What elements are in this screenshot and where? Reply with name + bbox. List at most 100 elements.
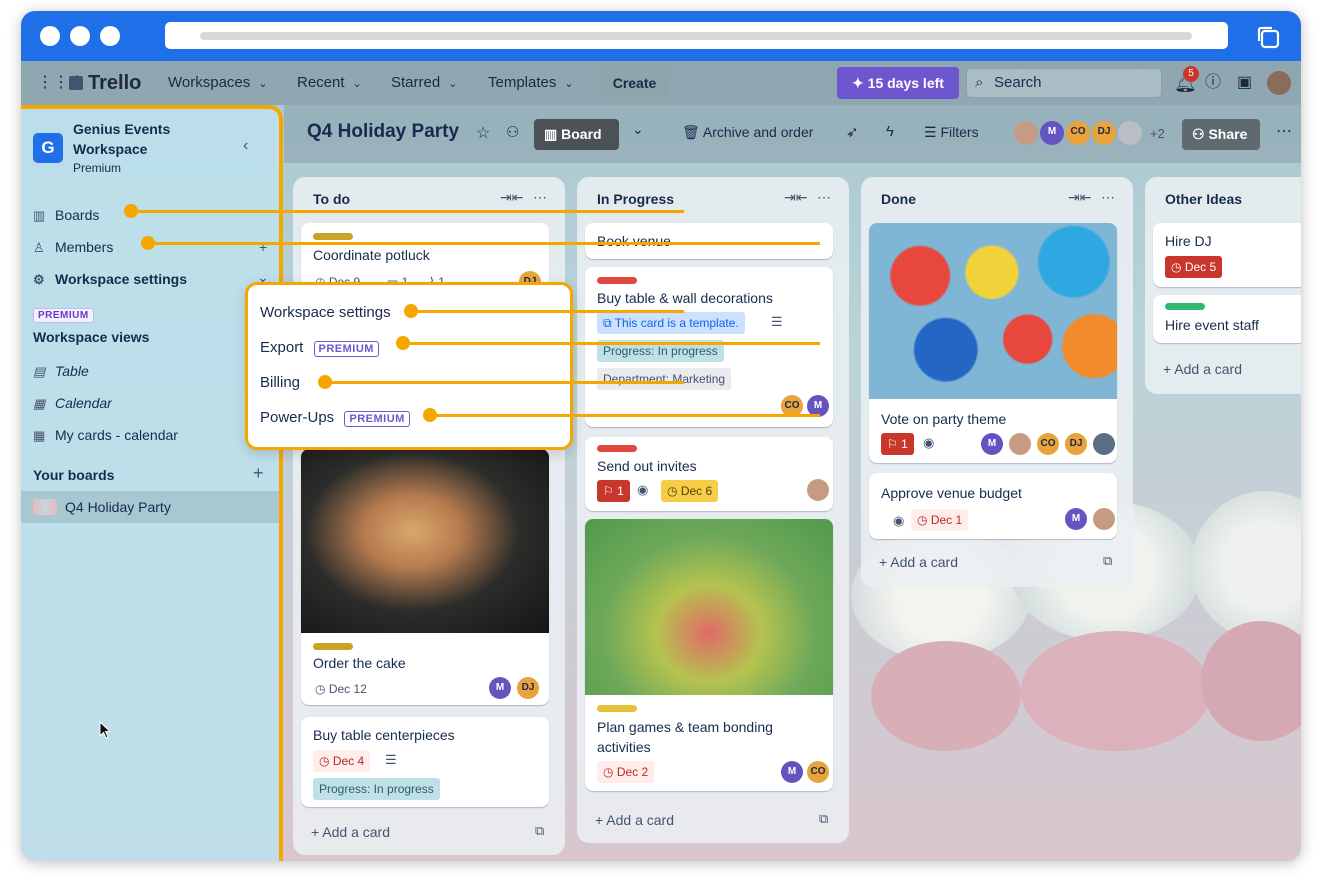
- add-board-icon[interactable]: +: [253, 463, 264, 484]
- member-avatar[interactable]: DJ: [1092, 121, 1116, 145]
- template-icon: ⧉: [603, 316, 615, 330]
- help-icon[interactable]: ⓘ: [1205, 61, 1221, 105]
- collapse-icon[interactable]: ⇥⇤: [500, 189, 523, 206]
- menu-item-power-ups[interactable]: Power-Ups PREMIUM: [260, 409, 410, 427]
- card[interactable]: Send out invites ⚐ 1 ◉ ◷ Dec 6: [585, 437, 833, 511]
- card[interactable]: Vote on party theme ⚐ 1 ◉ M CO DJ: [869, 223, 1117, 463]
- sidebar-board-q4-holiday-party[interactable]: Q4 Holiday Party: [21, 491, 279, 523]
- window-close-dot[interactable]: [40, 26, 60, 46]
- template-icon[interactable]: ⧉: [1103, 553, 1112, 569]
- member-avatar: [1093, 508, 1115, 530]
- card-label: [313, 643, 353, 650]
- template-icon[interactable]: ⧉: [819, 811, 828, 827]
- tabs-icon[interactable]: [1255, 24, 1281, 50]
- menu-item-workspace-settings[interactable]: Workspace settings: [260, 304, 391, 321]
- menu-templates[interactable]: Templates ⌄: [488, 61, 574, 105]
- due-date-chip: ◷ Dec 4: [313, 750, 371, 772]
- window-maximize-dot[interactable]: [100, 26, 120, 46]
- menu-recent[interactable]: Recent ⌄: [297, 61, 362, 105]
- share-button[interactable]: ⚇ Share: [1182, 119, 1260, 150]
- add-card-button[interactable]: + Add a card: [595, 812, 674, 828]
- more-icon[interactable]: ⋯: [1101, 189, 1115, 206]
- member-avatar: [807, 479, 829, 501]
- member-avatar[interactable]: [1118, 121, 1142, 145]
- callout-dot: [423, 408, 437, 422]
- card[interactable]: Book venue: [585, 223, 833, 259]
- card[interactable]: Buy table & wall decorations ⧉ This card…: [585, 267, 833, 427]
- more-icon[interactable]: ⋯: [1276, 121, 1292, 141]
- member-avatar: [1009, 433, 1031, 455]
- board-view-button[interactable]: ▥ Board: [534, 119, 619, 150]
- list-title[interactable]: To do: [313, 191, 350, 207]
- more-icon[interactable]: ⋯: [533, 189, 547, 206]
- menu-label: Recent: [297, 74, 345, 91]
- card[interactable]: Hire DJ ◷ Dec 5: [1153, 223, 1301, 287]
- card[interactable]: Plan games & team bonding activities ◷ D…: [585, 519, 833, 791]
- rocket-icon[interactable]: ➶: [846, 123, 859, 141]
- user-avatar[interactable]: [1267, 71, 1291, 95]
- workspace-views-heading: Workspace views: [33, 329, 150, 345]
- member-avatar: M: [781, 761, 803, 783]
- sidebar-view-table[interactable]: ▤ Table: [33, 363, 89, 380]
- list-title[interactable]: In Progress: [597, 191, 674, 207]
- sidebar-view-my-cards-calendar[interactable]: ▦ My cards - calendar: [33, 427, 178, 444]
- workspace-name[interactable]: Genius Events Workspace: [73, 119, 203, 159]
- star-icon[interactable]: ☆: [476, 123, 490, 143]
- premium-badge: PREMIUM: [313, 341, 379, 357]
- menu-item-export[interactable]: Export PREMIUM: [260, 339, 379, 357]
- member-avatar[interactable]: M: [1040, 121, 1064, 145]
- app-name: Trello: [88, 72, 142, 94]
- collapse-sidebar-icon[interactable]: ‹: [243, 137, 248, 155]
- member-avatar: [1093, 433, 1115, 455]
- lightning-icon[interactable]: ϟ: [886, 123, 894, 140]
- member-avatar[interactable]: CO: [1066, 121, 1090, 145]
- due-date-chip: ◷ Dec 1: [911, 509, 969, 531]
- sidebar-item-label: Members: [55, 239, 114, 255]
- card[interactable]: Buy table centerpieces ◷ Dec 4 ☰ Progres…: [301, 717, 549, 807]
- card-title: Buy table centerpieces: [313, 727, 455, 743]
- address-placeholder: [200, 32, 1192, 40]
- card[interactable]: Hire event staff: [1153, 295, 1301, 343]
- archive-button[interactable]: 🗑︎ Archive and order: [682, 124, 813, 141]
- menu-item-billing[interactable]: Billing: [260, 374, 300, 391]
- board-title[interactable]: Q4 Holiday Party: [307, 121, 459, 143]
- filters-button[interactable]: ☰ Filters: [924, 124, 979, 141]
- more-icon[interactable]: ⋯: [817, 189, 831, 206]
- card[interactable]: Order the cake ◷ Dec 12 M DJ: [301, 449, 549, 705]
- sidebar-item-boards[interactable]: ▥ Boards: [33, 207, 99, 224]
- due-date-chip: ◷ Dec 5: [1165, 256, 1223, 278]
- search-input[interactable]: ⌕ Search: [966, 68, 1162, 98]
- clock-icon: ◷: [315, 682, 329, 696]
- card[interactable]: Approve venue budget ◉ ◷ Dec 1 M: [869, 473, 1117, 539]
- add-card-button[interactable]: + Add a card: [879, 554, 958, 570]
- share-label: Share: [1208, 126, 1248, 142]
- trello-logo[interactable]: Trello: [69, 61, 141, 105]
- collapse-icon[interactable]: ⇥⇤: [1068, 189, 1091, 206]
- sidebar-item-members[interactable]: ♙ Members: [33, 239, 113, 256]
- premium-badge: PREMIUM: [33, 305, 94, 323]
- collapse-icon[interactable]: ⇥⇤: [784, 189, 807, 206]
- trial-button[interactable]: ✦ 15 days left: [837, 67, 959, 99]
- add-card-button[interactable]: + Add a card: [1163, 361, 1242, 377]
- menu-label: Templates: [488, 74, 557, 91]
- sidebar-item-workspace-settings[interactable]: ⚙ Workspace settings: [33, 271, 187, 288]
- clock-icon: ◷: [319, 754, 333, 768]
- create-button[interactable]: Create: [600, 68, 669, 99]
- list-title[interactable]: Done: [881, 191, 916, 207]
- menu-workspaces[interactable]: Workspaces ⌄: [168, 61, 267, 105]
- window-minimize-dot[interactable]: [70, 26, 90, 46]
- extra-members-count[interactable]: +2: [1150, 126, 1165, 141]
- address-bar[interactable]: [165, 22, 1228, 49]
- add-card-label: Add a card: [890, 554, 959, 570]
- chevron-down-icon[interactable]: ⌄: [632, 121, 644, 138]
- briefcase-icon[interactable]: ▣: [1237, 61, 1252, 105]
- board-view-label: Board: [561, 126, 602, 142]
- visibility-icon[interactable]: ⚇: [506, 123, 519, 141]
- add-card-button[interactable]: + Add a card: [311, 824, 390, 840]
- template-icon[interactable]: ⧉: [535, 823, 544, 839]
- card-title: Book venue: [597, 233, 671, 249]
- sidebar-view-calendar[interactable]: ▦ Calendar: [33, 395, 112, 412]
- member-avatar[interactable]: [1014, 121, 1038, 145]
- list-title[interactable]: Other Ideas: [1165, 191, 1242, 207]
- menu-starred[interactable]: Starred ⌄: [391, 61, 457, 105]
